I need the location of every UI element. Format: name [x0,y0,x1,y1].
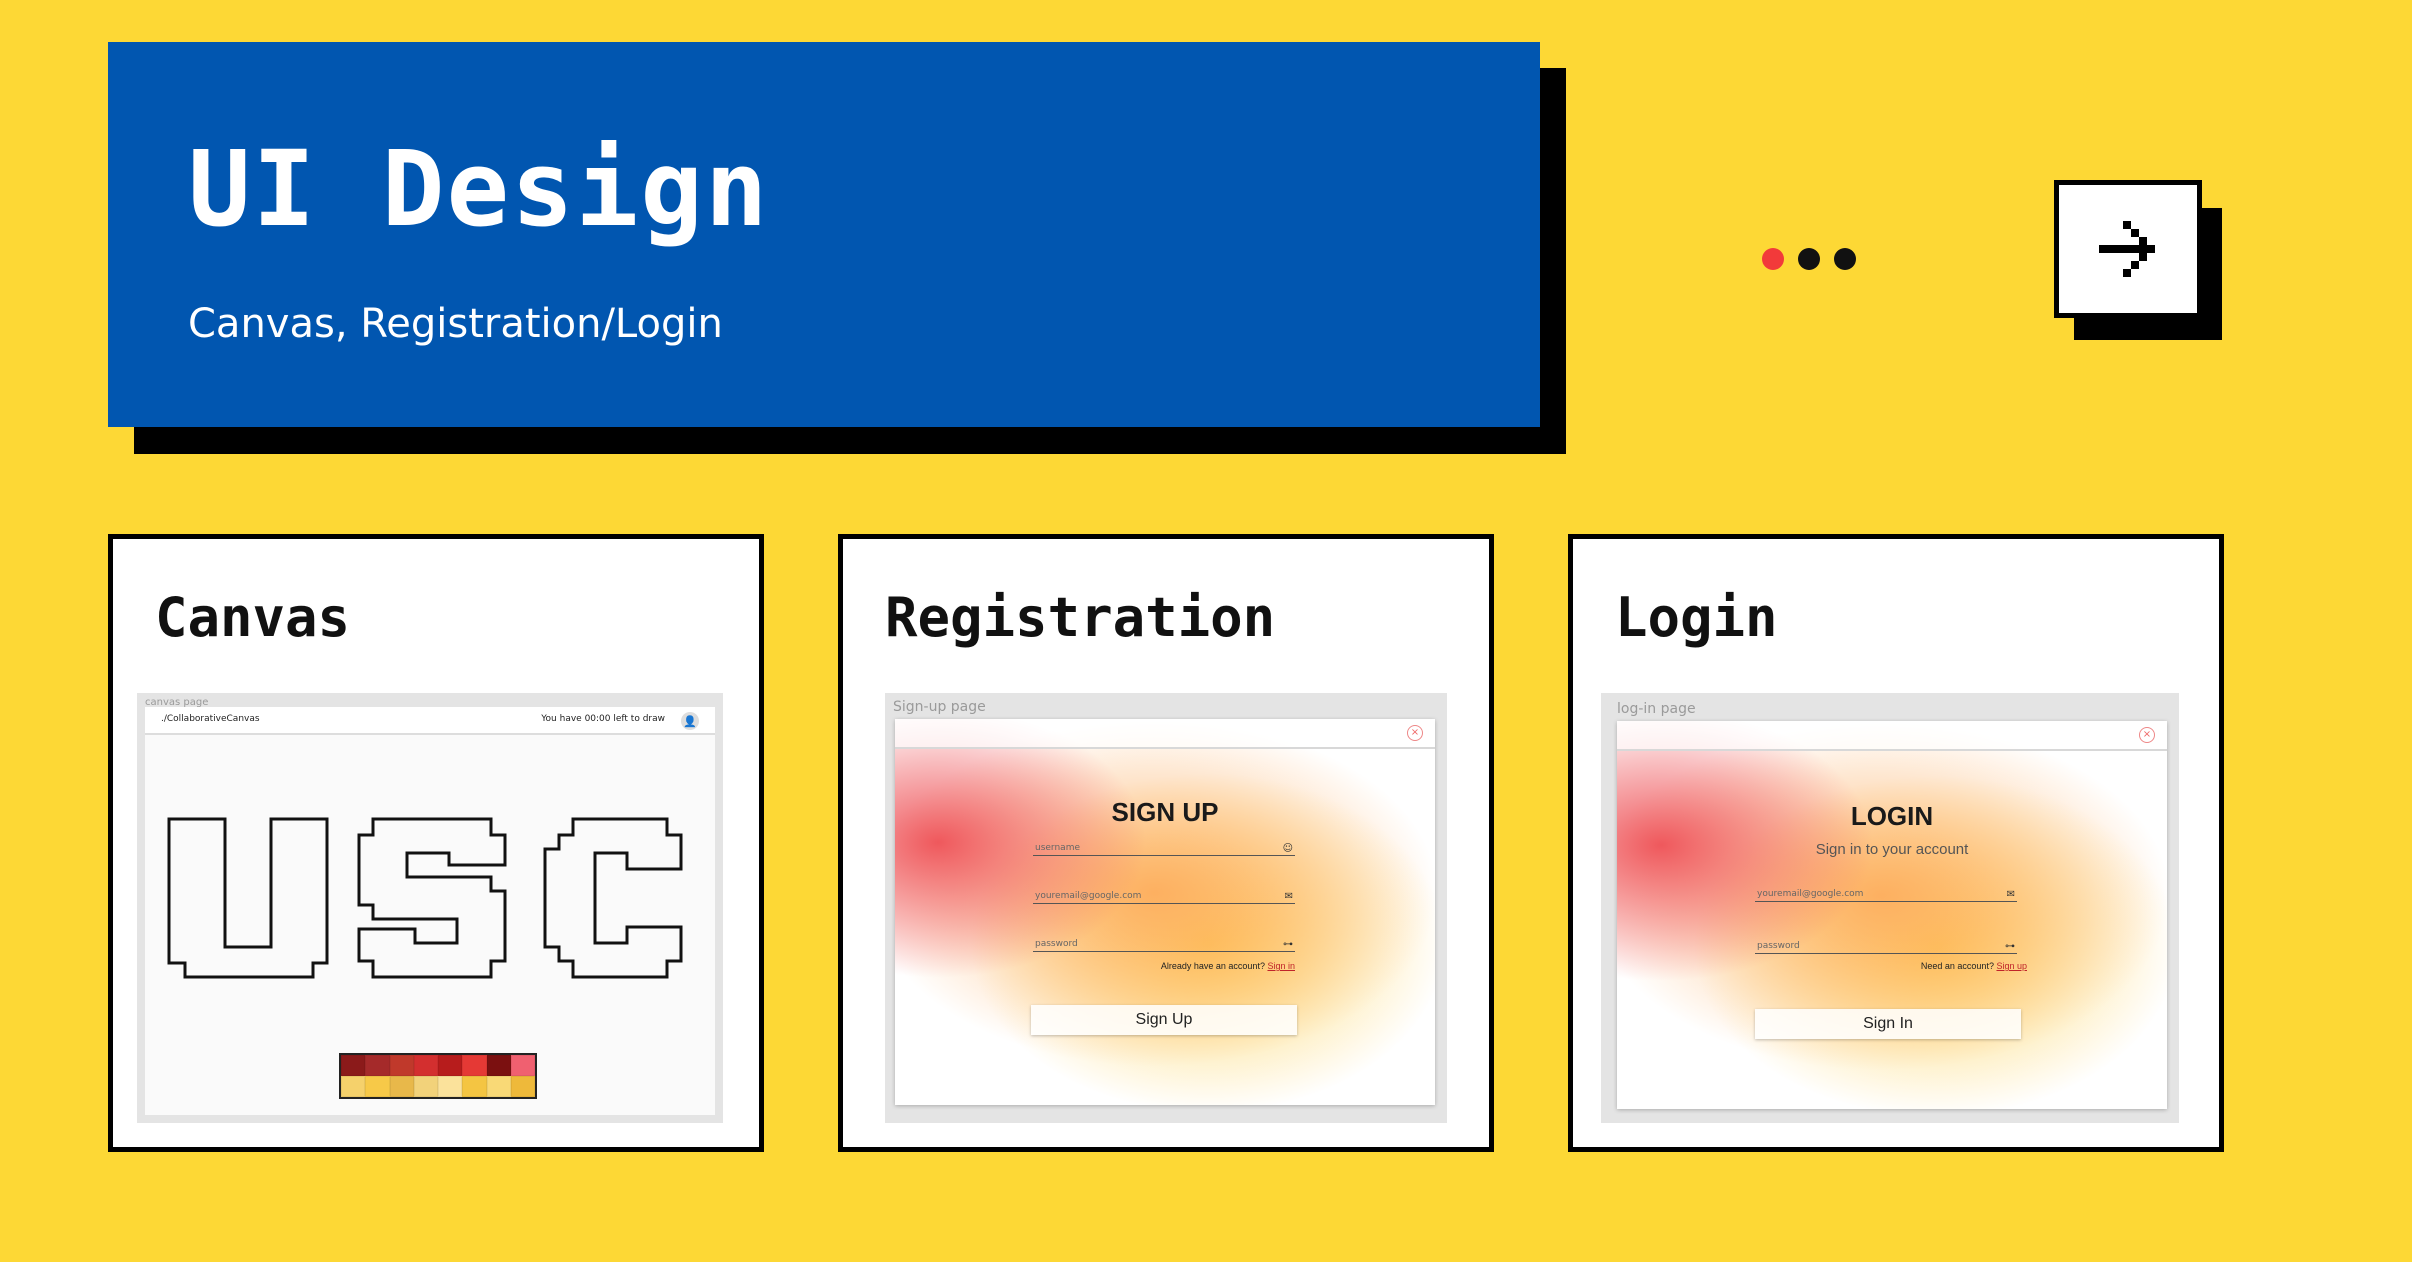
color-swatch[interactable] [365,1076,390,1097]
email-field[interactable]: youremail@google.com ✉ [1033,883,1295,904]
user-circle-icon: ☺ [1282,843,1293,854]
password-placeholder: password [1035,939,1078,949]
login-heading: LOGIN [1850,801,1934,831]
key-icon: ⊶ [2005,941,2015,952]
canvas-topbar: ./CollaborativeCanvas You have 00:00 lef… [145,707,715,735]
color-swatch[interactable] [365,1055,390,1076]
color-swatch[interactable] [413,1076,438,1097]
page-title: UI Design [188,128,770,250]
card-title: Canvas [155,586,351,649]
login-card[interactable]: Login log-in page × LOGIN Sign in to you… [1568,534,2224,1152]
header-banner: UI Design Canvas, Registration/Login [108,42,1540,427]
color-swatch[interactable] [413,1055,438,1076]
screenshot-label: log-in page [1617,701,1696,717]
signup-prompt: Need an account? Sign up [1921,961,2027,971]
pixel-art-usc [167,817,683,979]
signin-prompt-text: Already have an account? [1160,961,1265,971]
email-placeholder: youremail@google.com [1757,889,1864,899]
email-placeholder: youremail@google.com [1035,891,1142,901]
username-field[interactable]: username ☺ [1033,835,1295,856]
mail-icon: ✉ [1284,891,1293,902]
pager-dot[interactable] [1834,248,1856,270]
signup-prompt-text: Need an account? [1920,961,1994,971]
password-field[interactable]: password ⊶ [1755,933,2017,954]
color-swatch[interactable] [486,1076,511,1097]
pager-dots [1762,248,1856,270]
canvas-page-screenshot: canvas page ./CollaborativeCanvas You ha… [137,693,723,1123]
draw-timer: You have 00:00 left to draw [541,714,665,724]
key-icon: ⊶ [1283,939,1293,950]
card-title: Registration [885,586,1276,649]
screenshot-label: Sign-up page [893,699,986,715]
close-icon[interactable]: × [2139,727,2155,743]
signup-page-screenshot: Sign-up page × SIGN UP username ☺ yourem… [885,693,1447,1123]
mail-icon: ✉ [2006,889,2015,900]
signup-link[interactable]: Sign up [1996,961,2027,971]
color-swatch[interactable] [510,1055,535,1076]
window-titlebar: × [1617,721,2167,751]
canvas-path: ./CollaborativeCanvas [161,714,260,724]
gradient-background [895,719,1435,1105]
gradient-background [1617,721,2167,1109]
color-swatch[interactable] [510,1076,535,1097]
color-swatch[interactable] [462,1055,487,1076]
color-swatch[interactable] [438,1076,463,1097]
canvas-card[interactable]: Canvas canvas page ./CollaborativeCanvas… [108,534,764,1152]
color-swatch[interactable] [341,1076,366,1097]
card-title: Login [1615,586,1778,649]
color-swatch[interactable] [486,1055,511,1076]
canvas-window: ./CollaborativeCanvas You have 00:00 lef… [145,707,715,1115]
arrow-right-icon [2099,221,2155,277]
color-swatch[interactable] [389,1076,414,1097]
login-subheading: Sign in to your account [1815,841,1969,858]
page-subtitle: Canvas, Registration/Login [188,301,723,347]
signup-heading: SIGN UP [1111,797,1219,827]
color-swatch[interactable] [341,1055,366,1076]
color-swatch[interactable] [389,1055,414,1076]
password-field[interactable]: password ⊶ [1033,931,1295,952]
signin-button[interactable]: Sign In [1755,1009,2021,1039]
password-placeholder: password [1757,941,1800,951]
signin-prompt: Already have an account? Sign in [1161,961,1295,971]
color-swatch[interactable] [438,1055,463,1076]
registration-card[interactable]: Registration Sign-up page × SIGN UP user… [838,534,1494,1152]
color-swatch[interactable] [462,1076,487,1097]
pager-dot[interactable] [1798,248,1820,270]
username-placeholder: username [1035,843,1080,853]
email-field[interactable]: youremail@google.com ✉ [1755,881,2017,902]
pager-dot-active[interactable] [1762,248,1784,270]
signup-button[interactable]: Sign Up [1031,1005,1297,1035]
login-window: × LOGIN Sign in to your account youremai… [1617,721,2167,1109]
close-icon[interactable]: × [1407,725,1423,741]
next-button[interactable] [2054,180,2202,318]
window-titlebar: × [895,719,1435,749]
color-palette[interactable] [339,1053,537,1099]
signin-link[interactable]: Sign in [1267,961,1295,971]
user-icon[interactable]: 👤 [681,712,699,730]
login-page-screenshot: log-in page × LOGIN Sign in to your acco… [1601,693,2179,1123]
signup-window: × SIGN UP username ☺ youremail@google.co… [895,719,1435,1105]
